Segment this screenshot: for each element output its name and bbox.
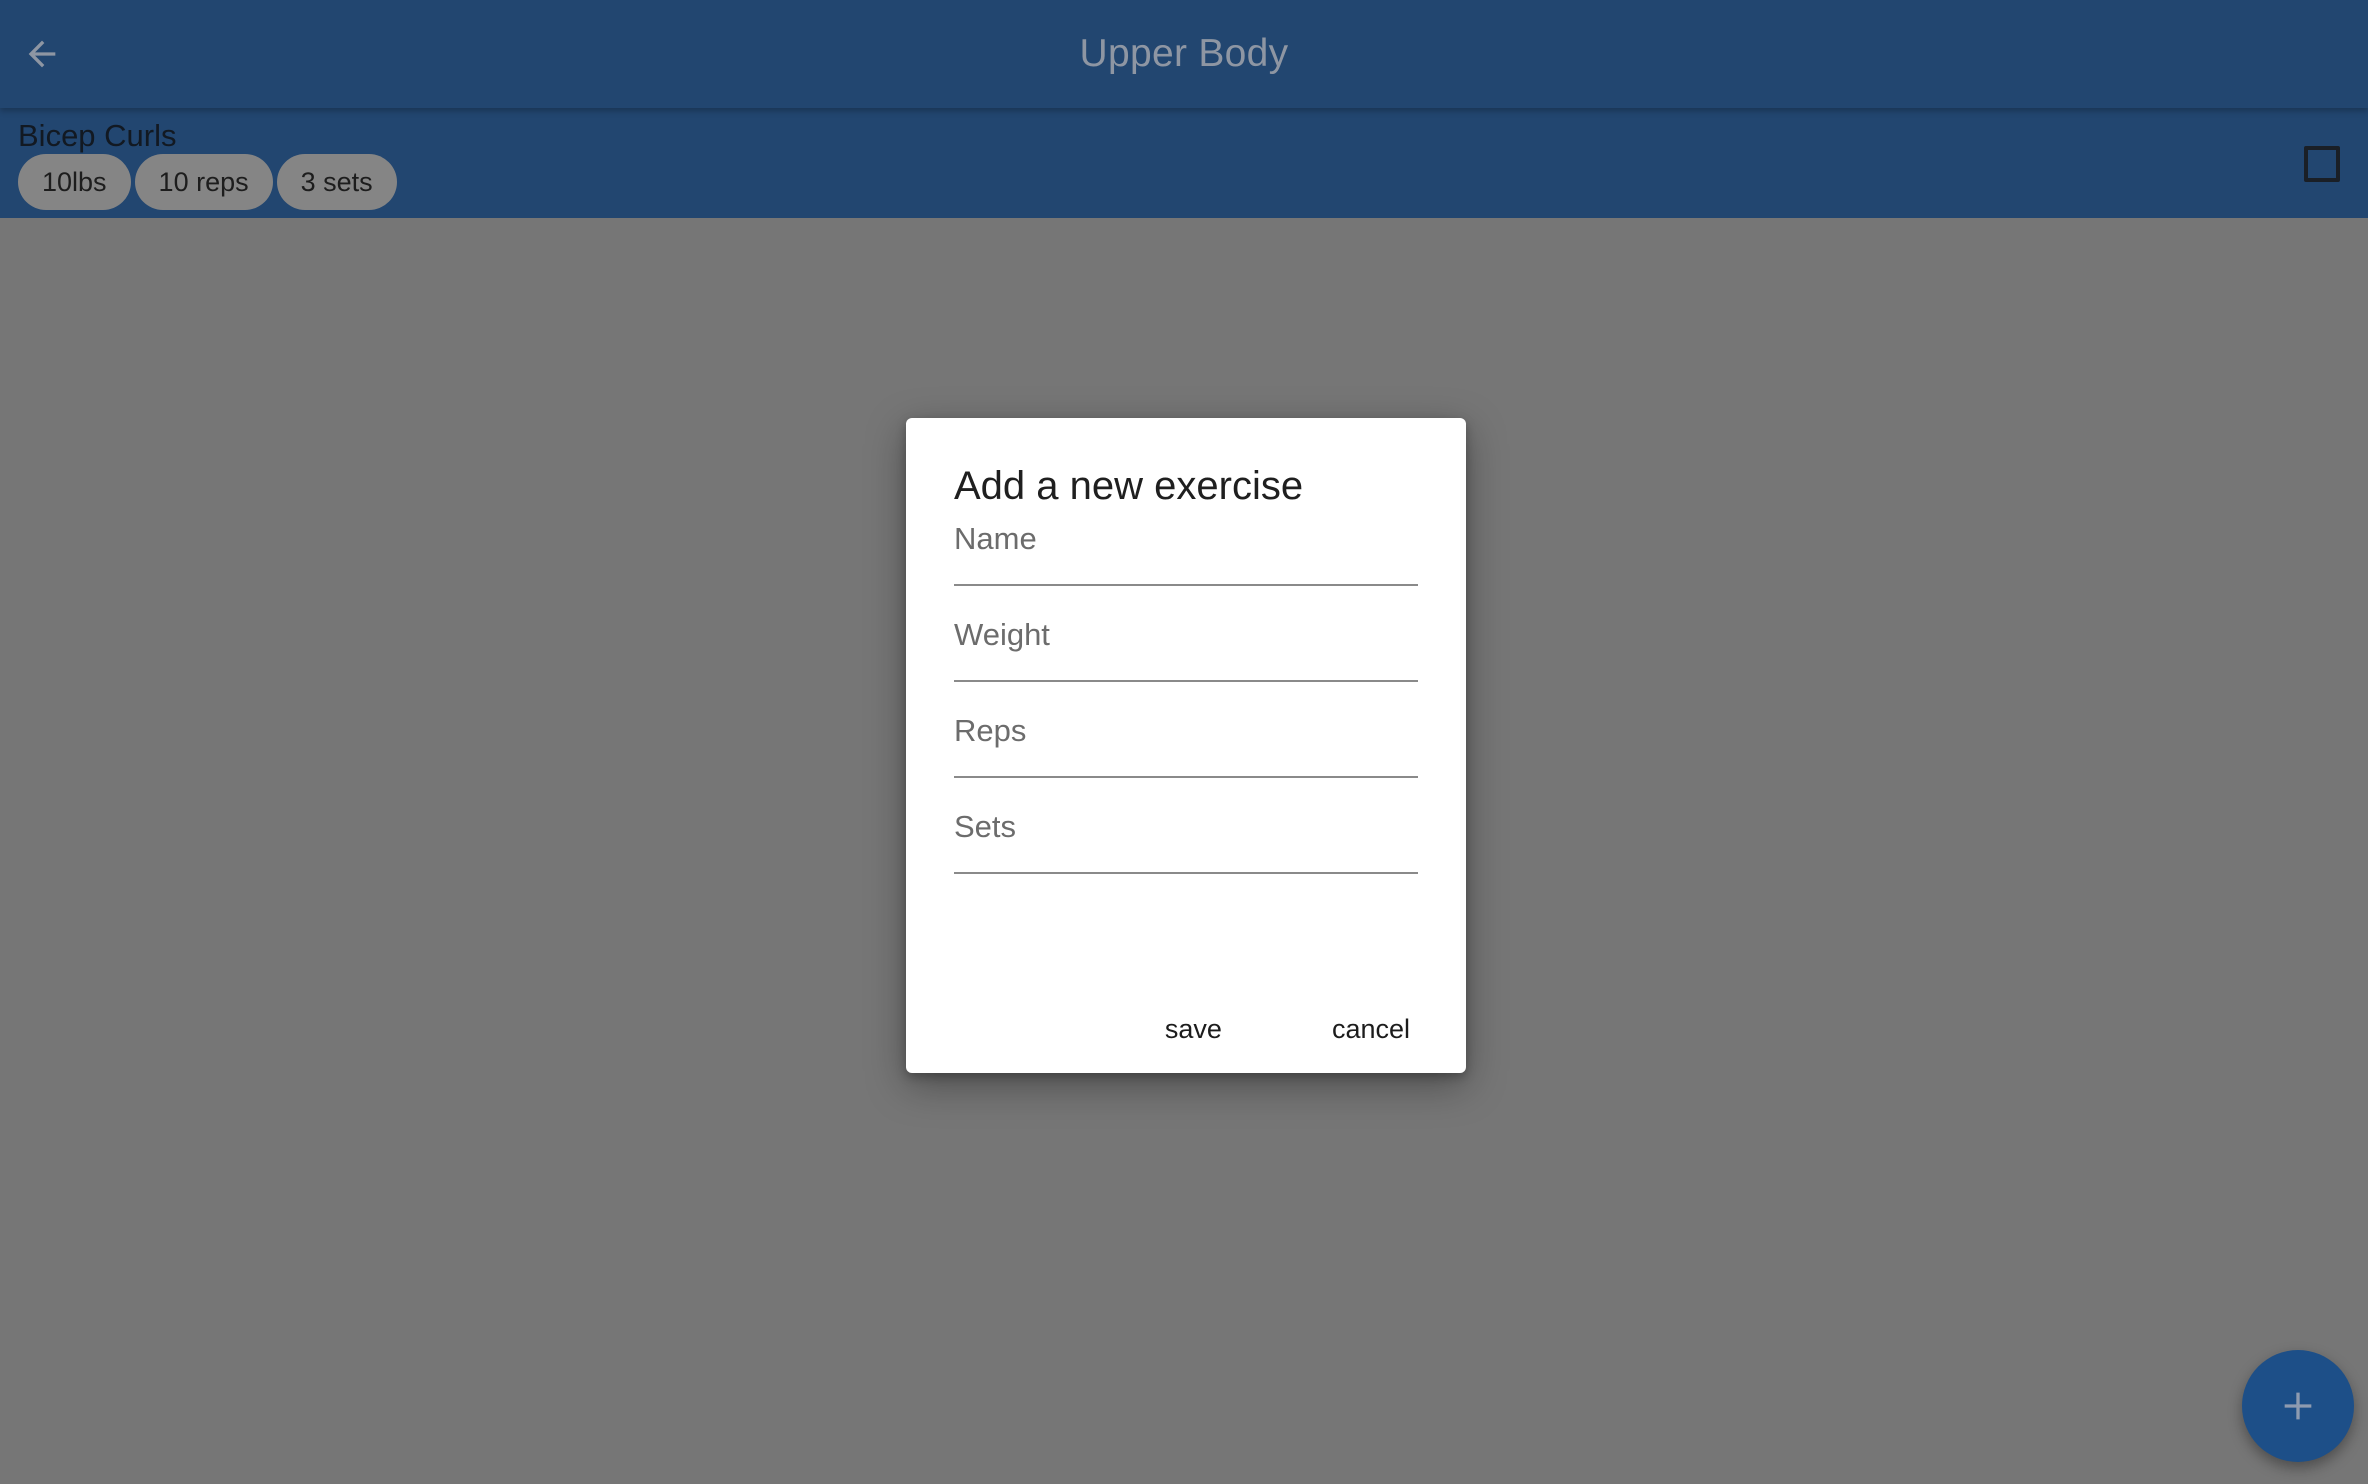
plus-icon xyxy=(2284,1392,2312,1420)
exercise-name: Bicep Curls xyxy=(18,118,177,153)
reps-chip: 10 reps xyxy=(134,154,273,210)
add-exercise-fab[interactable] xyxy=(2242,1350,2354,1462)
sets-field[interactable] xyxy=(954,802,1418,852)
cancel-button[interactable]: cancel xyxy=(1324,1004,1418,1055)
weight-field-container xyxy=(954,594,1418,682)
app-bar: Upper Body xyxy=(0,0,2368,108)
name-field-container xyxy=(954,498,1418,586)
exercise-chips: 10lbs 10 reps 3 sets xyxy=(18,154,397,210)
sets-field-container xyxy=(954,786,1418,874)
page-title: Upper Body xyxy=(1079,32,1289,75)
add-exercise-dialog: Add a new exercise savecancel xyxy=(906,418,1466,1073)
sets-chip: 3 sets xyxy=(276,154,397,210)
name-field[interactable] xyxy=(954,514,1418,564)
reps-field[interactable] xyxy=(954,706,1418,756)
weight-chip: 10lbs xyxy=(18,154,131,210)
weight-field[interactable] xyxy=(954,610,1418,660)
list-item-exercise[interactable]: Bicep Curls 10lbs 10 reps 3 sets xyxy=(0,108,2368,218)
save-button[interactable]: save xyxy=(1157,1004,1230,1055)
reps-field-container xyxy=(954,690,1418,778)
exercise-checkbox[interactable] xyxy=(2304,146,2340,182)
dialog-actions: save cancel xyxy=(1063,1004,1418,1055)
